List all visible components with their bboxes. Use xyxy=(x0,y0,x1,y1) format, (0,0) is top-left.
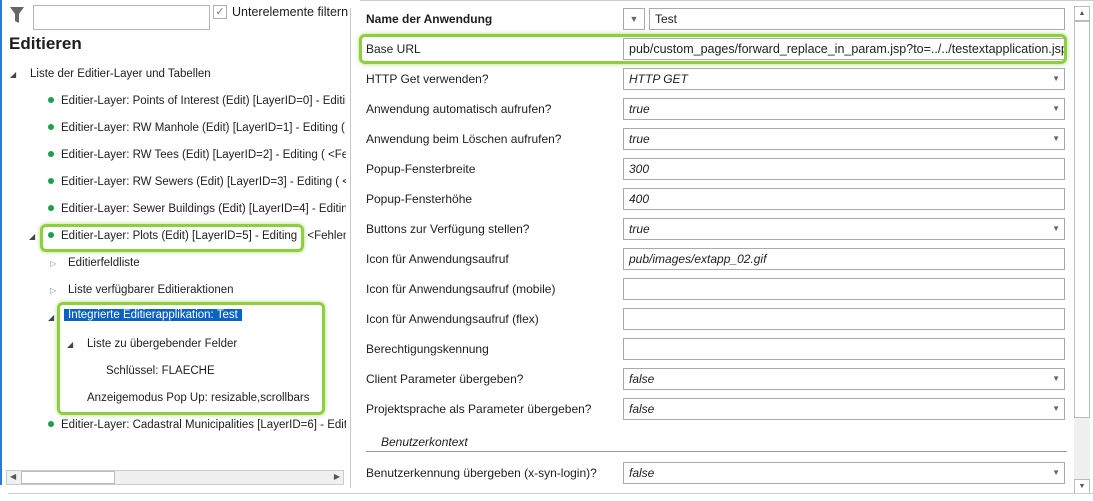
status-dot-icon xyxy=(48,177,54,184)
collapsed-icon[interactable]: ▷ xyxy=(50,286,56,295)
layer-label: Editier-Layer: Cadastral Municipalities … xyxy=(61,419,346,431)
highlight-frame xyxy=(57,302,325,415)
tree-edit-field-list[interactable]: Editierfeldliste xyxy=(68,253,140,273)
collapsed-icon[interactable]: ▷ xyxy=(50,259,56,268)
prop-label: Buttons zur Verfügung stellen? xyxy=(366,222,530,236)
prop-label: Icon für Anwendungsaufruf xyxy=(366,252,509,266)
horizontal-scrollbar[interactable]: ◀ ▶ xyxy=(6,470,344,485)
prop-label: Projektsprache als Parameter übergeben? xyxy=(366,402,592,416)
prop-label: Popup-Fensterbreite xyxy=(366,162,476,176)
vertical-scrollbar[interactable]: ▲ ▼ xyxy=(1074,6,1090,494)
highlight-frame xyxy=(40,224,304,252)
tree-layer-0[interactable]: Editier-Layer: Points of Interest (Edit)… xyxy=(48,91,346,111)
select-value: true xyxy=(629,132,650,146)
layer-label: Editier-Layer: RW Tees (Edit) [LayerID=2… xyxy=(61,149,346,161)
filter-children-checkbox[interactable]: ✓ xyxy=(213,5,227,19)
tree-layer-1[interactable]: Editier-Layer: RW Manhole (Edit) [LayerI… xyxy=(48,118,346,138)
prop-label: Client Parameter übergeben? xyxy=(366,372,524,386)
filter-children-label: Unterelemente filtern xyxy=(232,5,349,19)
status-dot-icon xyxy=(48,150,54,157)
section-header: Benutzerkontext xyxy=(381,435,468,449)
expanded-icon[interactable]: ◢ xyxy=(10,70,16,79)
prop-label: Anwendung beim Löschen aufrufen? xyxy=(366,132,562,146)
scroll-down-icon[interactable]: ▼ xyxy=(1074,479,1090,494)
tree-layer-4[interactable]: Editier-Layer: Sewer Buildings (Edit) [L… xyxy=(48,199,346,219)
prop-label: HTTP Get verwenden? xyxy=(366,72,489,86)
highlight-frame xyxy=(359,34,1067,64)
tree-layer-3[interactable]: Editier-Layer: RW Sewers (Edit) [LayerID… xyxy=(48,172,346,192)
splitter[interactable] xyxy=(350,8,351,488)
icon-flex-input[interactable] xyxy=(623,308,1065,330)
tree-layer-2[interactable]: Editier-Layer: RW Tees (Edit) [LayerID=2… xyxy=(48,145,346,165)
prop-label: Anwendung automatisch aufrufen? xyxy=(366,102,552,116)
status-dot-icon xyxy=(48,123,54,130)
status-dot-icon xyxy=(48,204,54,211)
chevron-down-icon: ▼ xyxy=(1052,74,1060,83)
tree-layer-6[interactable]: Editier-Layer: Cadastral Municipalities … xyxy=(48,415,346,435)
divider xyxy=(8,493,1093,494)
buttons-select[interactable]: true ▼ xyxy=(623,218,1065,240)
scroll-left-icon[interactable]: ◀ xyxy=(10,472,16,481)
divider xyxy=(360,0,1093,1)
prop-label: Name der Anwendung xyxy=(366,12,493,26)
popup-height-input[interactable]: 400 xyxy=(623,188,1065,210)
call-on-delete-select[interactable]: true ▼ xyxy=(623,128,1065,150)
icon-mobile-input[interactable] xyxy=(623,278,1065,300)
auto-call-select[interactable]: true ▼ xyxy=(623,98,1065,120)
prop-label: Benutzerkennung übergeben (x-syn-login)? xyxy=(366,466,597,480)
chevron-down-icon: ▼ xyxy=(1052,468,1060,477)
chevron-down-icon: ▼ xyxy=(1052,104,1060,113)
http-get-select[interactable]: HTTP GET ▼ xyxy=(623,68,1065,90)
status-dot-icon xyxy=(48,420,54,427)
layer-label: Editier-Layer: RW Sewers (Edit) [LayerID… xyxy=(61,176,346,188)
select-value: false xyxy=(629,466,655,480)
layer-label: Editier-Layer: Points of Interest (Edit)… xyxy=(61,95,346,107)
prop-label: Popup-Fensterhöhe xyxy=(366,192,473,206)
select-value: true xyxy=(629,222,650,236)
app-name-input[interactable]: Test xyxy=(649,8,1065,30)
prop-label: Berechtigungskennung xyxy=(366,342,489,356)
layer-label: Editier-Layer: Sewer Buildings (Edit) [L… xyxy=(61,203,346,215)
popup-width-input[interactable]: 300 xyxy=(623,158,1065,180)
layer-label: Editier-Layer: RW Manhole (Edit) [LayerI… xyxy=(61,122,346,134)
filter-input[interactable] xyxy=(33,5,210,30)
client-params-select[interactable]: false ▼ xyxy=(623,368,1065,390)
icon-input[interactable]: pub/images/extapp_02.gif xyxy=(623,248,1065,270)
select-value: false xyxy=(629,402,655,416)
permission-input[interactable] xyxy=(623,338,1065,360)
panel-title: Editieren xyxy=(9,34,82,53)
scrollbar-thumb[interactable] xyxy=(21,471,115,484)
scroll-up-icon[interactable]: ▲ xyxy=(1074,6,1090,21)
filter-icon[interactable] xyxy=(9,6,25,24)
section-divider xyxy=(366,451,1067,452)
dropdown-arrow-icon[interactable]: ▼ xyxy=(623,8,645,30)
tree-edit-actions[interactable]: Liste verfügbarer Editieraktionen xyxy=(68,280,234,300)
chevron-down-icon: ▼ xyxy=(1052,224,1060,233)
select-value: HTTP GET xyxy=(629,72,688,86)
chevron-down-icon: ▼ xyxy=(1052,134,1060,143)
tree-root[interactable]: Liste der Editier-Layer und Tabellen xyxy=(30,64,211,84)
prop-label: Icon für Anwendungsaufruf (mobile) xyxy=(366,282,556,296)
scroll-right-icon[interactable]: ▶ xyxy=(334,472,340,481)
select-value: true xyxy=(629,102,650,116)
expanded-icon[interactable]: ◢ xyxy=(29,232,35,241)
chevron-down-icon: ▼ xyxy=(1052,374,1060,383)
select-value: false xyxy=(629,372,655,386)
chevron-down-icon: ▼ xyxy=(1052,404,1060,413)
expanded-icon[interactable]: ◢ xyxy=(48,313,54,322)
user-login-select[interactable]: false ▼ xyxy=(623,462,1065,484)
project-language-select[interactable]: false ▼ xyxy=(623,398,1065,420)
scrollbar-thumb[interactable] xyxy=(1074,21,1090,418)
status-dot-icon xyxy=(48,96,54,103)
prop-label: Icon für Anwendungsaufruf (flex) xyxy=(366,312,539,326)
